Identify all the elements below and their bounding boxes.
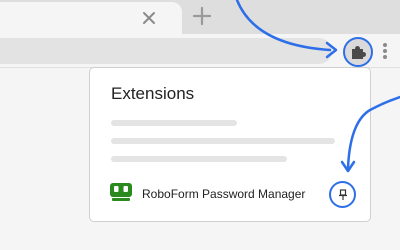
pin-icon [338,188,347,200]
browser-tab[interactable] [0,2,182,34]
puzzle-piece-icon [352,46,366,59]
extensions-button[interactable] [343,37,373,67]
extension-name[interactable]: RoboForm Password Manager [142,187,305,201]
address-bar[interactable] [0,38,332,64]
panel-title: Extensions [111,84,195,103]
roboform-robot-icon [110,183,132,201]
vertical-dots-icon [383,43,387,47]
pin-button[interactable] [329,181,356,208]
browser-menu-button[interactable] [379,40,391,62]
placeholder-line [111,138,335,144]
tab-strip [0,0,400,34]
menu-dot [383,55,387,59]
extensions-panel: Extensions RoboForm Password Manager [89,67,371,222]
close-icon[interactable] [140,9,158,27]
plus-icon[interactable] [192,6,212,26]
placeholder-line [111,120,237,126]
placeholder-line [111,156,287,162]
menu-dot [383,49,387,53]
